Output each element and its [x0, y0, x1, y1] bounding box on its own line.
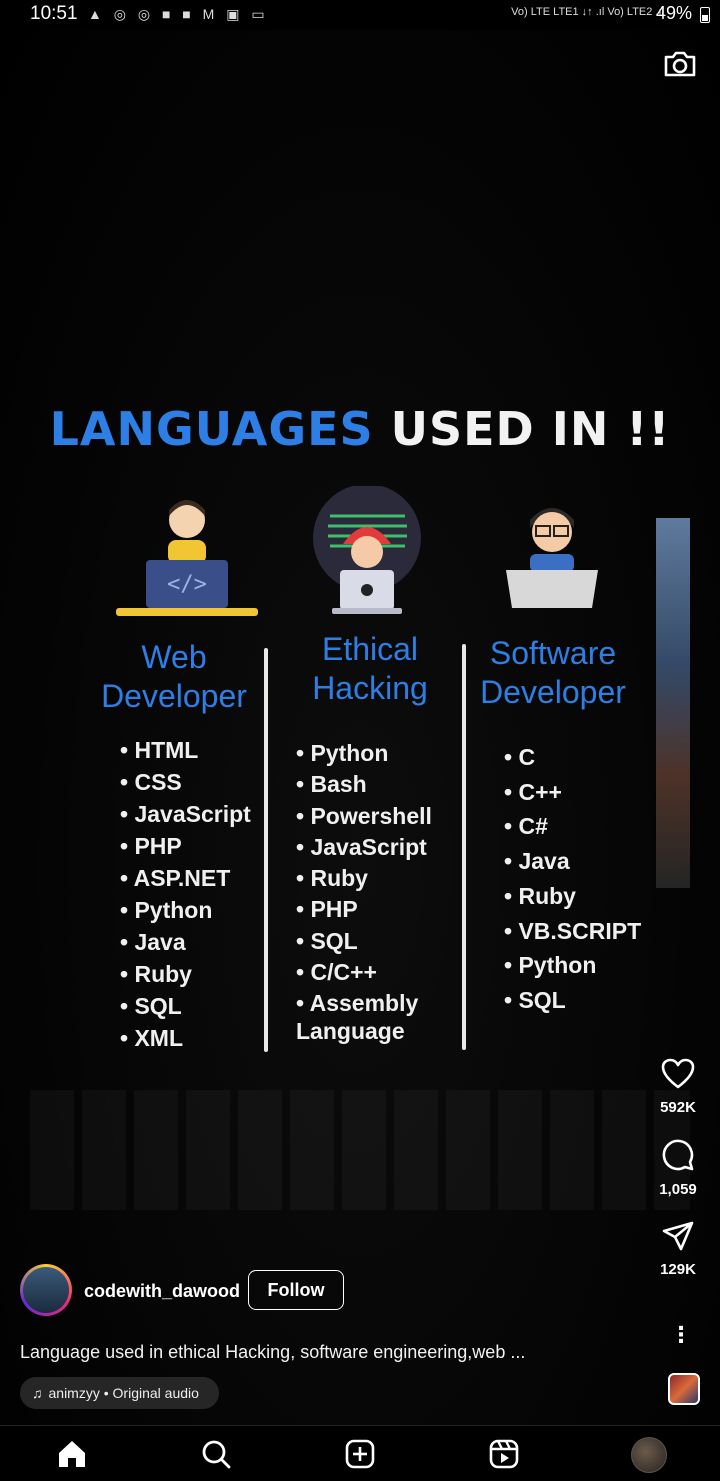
- battery-level: 49%: [655, 3, 692, 23]
- poster-title-white: USED IN !!: [390, 402, 671, 456]
- web-developer-illustration: </>: [116, 500, 258, 616]
- list-item: SQL: [296, 926, 432, 957]
- list-item: JavaScript: [296, 832, 432, 863]
- list-item: Python: [296, 738, 432, 769]
- list-item: C/C++: [296, 957, 432, 988]
- audio-thumbnail[interactable]: [668, 1373, 700, 1405]
- search-icon[interactable]: [200, 1438, 232, 1470]
- send-icon: [662, 1221, 694, 1251]
- bottom-navigation: [0, 1425, 720, 1481]
- list-item: Ruby: [120, 958, 251, 990]
- list-item: Ruby: [296, 863, 432, 894]
- list-item: Java: [504, 844, 641, 879]
- like-count: 592K: [660, 1099, 696, 1116]
- column-divider: [264, 648, 268, 1052]
- list-item: SQL: [504, 983, 641, 1018]
- heading-line: Hacking: [312, 670, 428, 706]
- list-ethical-hacking: Python Bash Powershell JavaScript Ruby P…: [296, 738, 432, 1020]
- list-item: SQL: [120, 990, 251, 1022]
- heading-line: Ethical: [321, 631, 419, 667]
- list-item: Python: [120, 894, 251, 926]
- list-item: CSS: [120, 766, 251, 798]
- keyboard-background: [30, 1090, 690, 1210]
- list-item: JavaScript: [120, 798, 250, 830]
- heading-web-developer: Web Developer: [94, 638, 254, 716]
- column-divider: [462, 644, 466, 1050]
- camera-icon[interactable]: [662, 46, 698, 82]
- svg-text:</>: </>: [167, 572, 207, 597]
- heading-line: Developer: [101, 678, 247, 714]
- list-item: Java: [120, 926, 251, 958]
- comment-count: 1,059: [659, 1181, 697, 1198]
- audio-chip[interactable]: ♫ animzyy • Original audio: [20, 1377, 219, 1409]
- column-ethical-hacking: Ethical Hacking: [290, 630, 450, 708]
- audio-label: animzyy • Original audio: [48, 1385, 199, 1401]
- status-time: 10:51: [30, 3, 78, 24]
- reels-icon[interactable]: [488, 1438, 520, 1470]
- list-item: Powershell: [296, 801, 431, 832]
- author-username[interactable]: codewith_dawood: [84, 1281, 240, 1302]
- column-software-developer: Software Developer: [474, 634, 632, 712]
- author-row: codewith_dawood Follow: [20, 1264, 580, 1320]
- reel-video[interactable]: [0, 30, 720, 1425]
- comment-icon: [662, 1139, 694, 1171]
- comment-button[interactable]: 1,059: [650, 1138, 706, 1198]
- like-button[interactable]: 592K: [650, 1058, 706, 1116]
- list-item: C++: [504, 775, 641, 810]
- follow-button[interactable]: Follow: [248, 1270, 344, 1310]
- avatar-image: [23, 1267, 69, 1313]
- notification-icons: ▲ ◎ ◎ ■ ■ M ▣ ▭: [88, 6, 269, 22]
- list-software-developer: C C++ C# Java Ruby VB.SCRIPT Python SQL: [504, 740, 641, 1018]
- software-developer-illustration: [506, 508, 598, 608]
- profile-avatar-icon[interactable]: [631, 1437, 667, 1473]
- battery-icon: [700, 7, 710, 23]
- list-item: XML: [120, 1022, 251, 1054]
- home-icon[interactable]: [56, 1438, 88, 1470]
- adjacent-image-strip: [656, 518, 690, 888]
- list-web-developer: HTML CSS JavaScript PHP ASP.NET Python J…: [120, 734, 251, 1054]
- list-item: C#: [504, 809, 641, 844]
- heading-line: Developer: [480, 674, 626, 710]
- list-item: Assembly: [296, 988, 432, 1019]
- list-item: VB.SCRIPT: [504, 914, 641, 949]
- column-web-developer: Web Developer: [94, 638, 254, 716]
- list-item: HTML: [120, 734, 251, 766]
- ethical-hacker-illustration: [313, 486, 421, 614]
- heading-line: Software: [489, 635, 617, 671]
- heart-icon: [661, 1058, 695, 1089]
- list-item: ASP.NET: [120, 862, 251, 894]
- action-rail: 592K 1,059 129K: [650, 1058, 706, 1300]
- poster-title: LANGUAGES USED IN !!: [0, 402, 720, 456]
- list-item: Python: [504, 948, 641, 983]
- create-post-icon[interactable]: [344, 1438, 376, 1470]
- more-options-icon[interactable]: ⋮: [670, 1322, 692, 1348]
- author-avatar[interactable]: [20, 1264, 72, 1316]
- list-item: Bash: [296, 769, 432, 800]
- poster-title-blue: LANGUAGES: [49, 402, 374, 456]
- status-bar: 10:51 ▲ ◎ ◎ ■ ■ M ▣ ▭ Vo) LTE LTE1 ↓↑ .ı…: [0, 0, 720, 30]
- music-note-icon: ♫: [32, 1385, 43, 1401]
- heading-software-developer: Software Developer: [474, 634, 632, 712]
- list-item: C: [504, 740, 641, 775]
- heading-ethical-hacking: Ethical Hacking: [290, 630, 450, 708]
- network-indicators: Vo) LTE LTE1 ↓↑ .ıl Vo) LTE2 .ıl: [511, 6, 664, 18]
- list-item: PHP: [120, 830, 251, 862]
- list-item: Ruby: [504, 879, 641, 914]
- heading-line: Web: [141, 639, 207, 675]
- reel-caption[interactable]: Language used in ethical Hacking, softwa…: [20, 1342, 600, 1363]
- list-trailing-text: Language: [296, 1018, 405, 1044]
- share-count: 129K: [660, 1261, 696, 1278]
- list-item: PHP: [296, 894, 432, 925]
- share-button[interactable]: 129K: [650, 1220, 706, 1278]
